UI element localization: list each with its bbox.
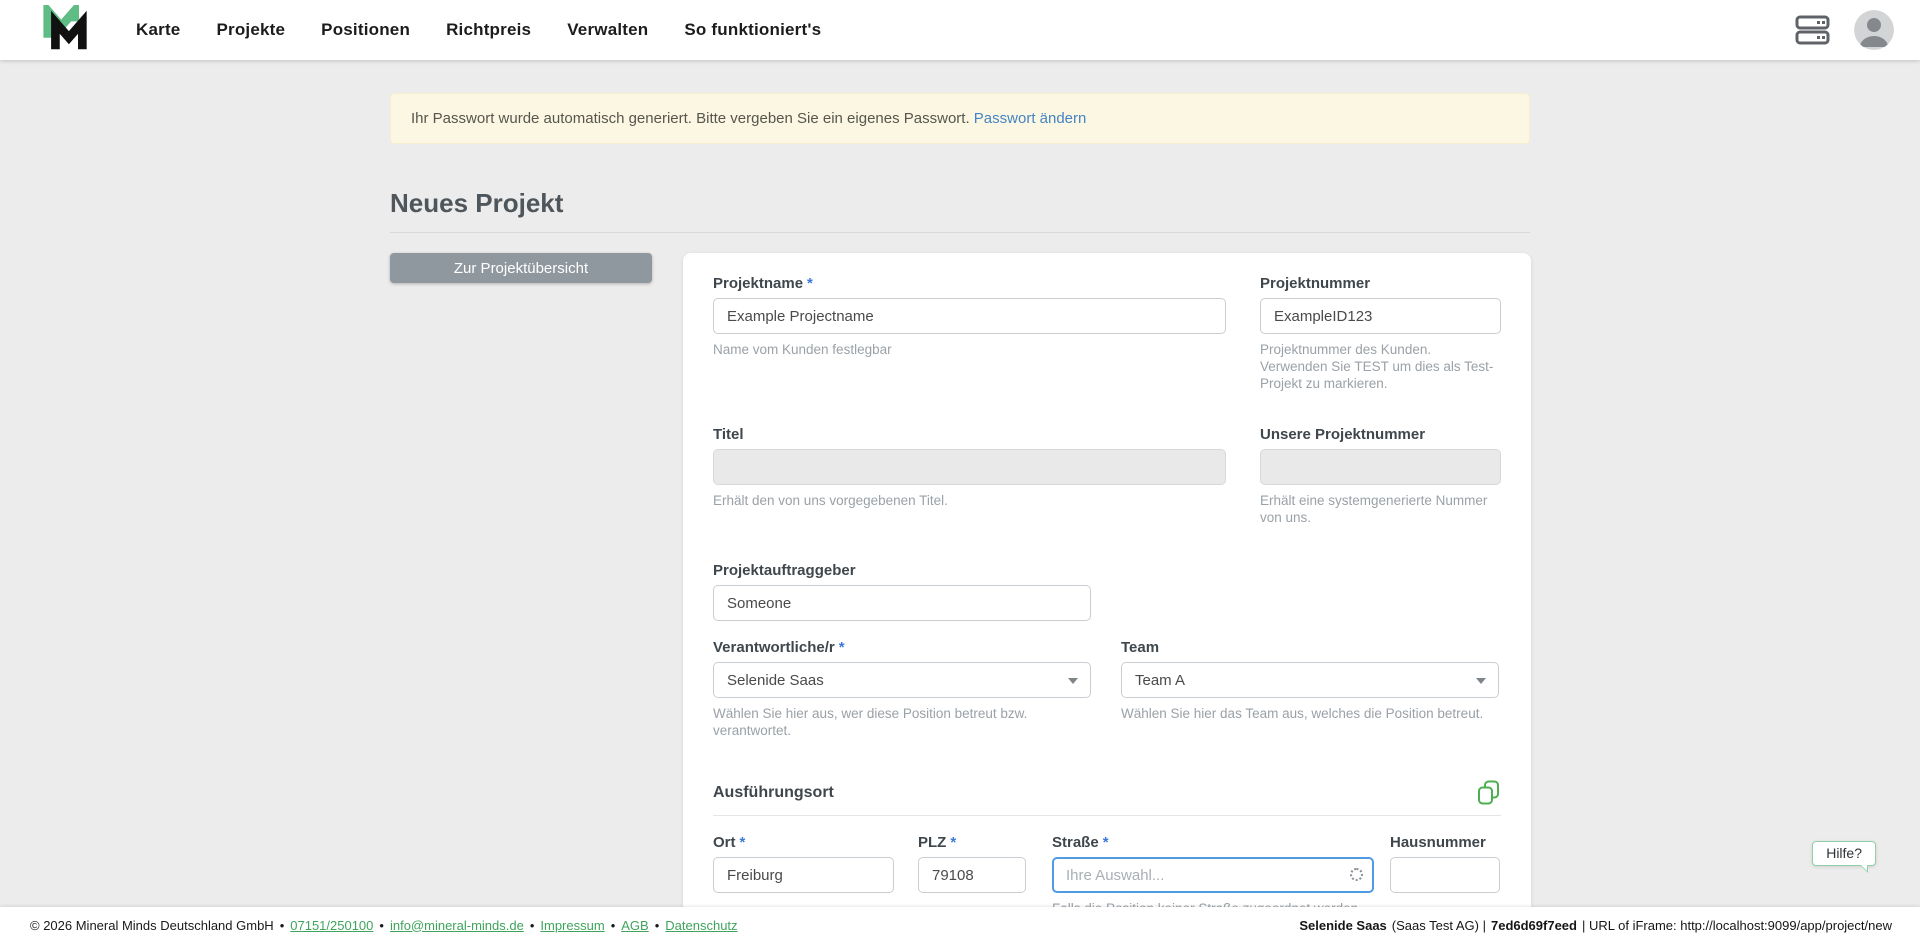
change-password-link[interactable]: Passwort ändern xyxy=(974,110,1087,127)
titel-helper: Erhält den von uns vorgegebenen Titel. xyxy=(713,492,1226,509)
back-to-project-overview-button[interactable]: Zur Projektübersicht xyxy=(390,253,652,283)
projektauftraggeber-label: Projektauftraggeber xyxy=(713,562,1091,579)
required-marker: * xyxy=(950,834,956,851)
datenschutz-link[interactable]: Datenschutz xyxy=(665,918,737,933)
hausnummer-label: Hausnummer xyxy=(1390,834,1500,851)
footer-org: (Saas Test AG) | xyxy=(1392,918,1486,933)
ausfuehrungsort-section-title: Ausführungsort xyxy=(713,784,834,802)
loading-spinner-icon xyxy=(1350,868,1363,881)
unsere-projektnummer-input xyxy=(1260,449,1501,485)
separator-dot xyxy=(611,918,616,933)
footer-session-id: 7ed6d69f7eed xyxy=(1491,918,1577,933)
hausnummer-input[interactable] xyxy=(1390,857,1500,893)
user-avatar-icon[interactable] xyxy=(1854,10,1894,50)
strasse-label: Straße* xyxy=(1052,834,1374,851)
page-title: Neues Projekt xyxy=(390,188,1530,233)
copyright-text: © 2026 Mineral Minds Deutschland GmbH xyxy=(30,918,274,933)
plz-input[interactable] xyxy=(918,857,1026,893)
nav-item-positionen[interactable]: Positionen xyxy=(321,20,410,40)
email-link[interactable]: info@mineral-minds.de xyxy=(390,918,524,933)
verantwortliche-helper: Wählen Sie hier aus, wer diese Position … xyxy=(713,705,1091,739)
top-nav: Karte Projekte Positionen Richtpreis Ver… xyxy=(0,0,1920,60)
chevron-down-icon xyxy=(1068,678,1078,684)
nav-item-richtpreis[interactable]: Richtpreis xyxy=(446,20,531,40)
chevron-down-icon xyxy=(1476,678,1486,684)
nav-item-so-funktionierts[interactable]: So funktioniert's xyxy=(684,20,821,40)
verantwortliche-select[interactable]: Selenide Saas xyxy=(713,662,1091,698)
nav-item-projekte[interactable]: Projekte xyxy=(216,20,285,40)
plz-label: PLZ* xyxy=(918,834,1026,851)
required-marker: * xyxy=(1103,834,1109,851)
required-marker: * xyxy=(839,639,845,656)
required-marker: * xyxy=(740,834,746,851)
footer: © 2026 Mineral Minds Deutschland GmbH 07… xyxy=(0,907,1920,943)
nav-item-karte[interactable]: Karte xyxy=(136,20,180,40)
project-form-card: Projektname* Name vom Kunden festlegbar … xyxy=(683,253,1531,943)
impressum-link[interactable]: Impressum xyxy=(540,918,604,933)
banner-text: Ihr Passwort wurde automatisch generiert… xyxy=(411,110,970,127)
password-warning-banner: Ihr Passwort wurde automatisch generiert… xyxy=(390,93,1530,144)
separator-dot xyxy=(280,918,285,933)
team-helper: Wählen Sie hier das Team aus, welches di… xyxy=(1121,705,1499,722)
ort-label: Ort* xyxy=(713,834,894,851)
phone-link[interactable]: 07151/250100 xyxy=(290,918,373,933)
projektauftraggeber-input[interactable] xyxy=(713,585,1091,621)
projektname-label: Projektname* xyxy=(713,275,1226,292)
strasse-input[interactable] xyxy=(1052,857,1374,893)
projektnummer-helper: Projektnummer des Kunden. Verwenden Sie … xyxy=(1260,341,1501,392)
separator-dot xyxy=(655,918,660,933)
projektname-helper: Name vom Kunden festlegbar xyxy=(713,341,1226,358)
nav-item-verwalten[interactable]: Verwalten xyxy=(567,20,648,40)
titel-input xyxy=(713,449,1226,485)
ort-input[interactable] xyxy=(713,857,894,893)
unsere-projektnummer-label: Unsere Projektnummer xyxy=(1260,426,1501,443)
team-select[interactable]: Team A xyxy=(1121,662,1499,698)
copy-icon[interactable] xyxy=(1476,779,1501,806)
projektname-input[interactable] xyxy=(713,298,1226,334)
server-icon[interactable] xyxy=(1794,14,1832,46)
required-marker: * xyxy=(807,275,813,292)
separator-dot xyxy=(379,918,384,933)
unsere-projektnummer-helper: Erhält eine systemgenerierte Nummer von … xyxy=(1260,492,1501,526)
agb-link[interactable]: AGB xyxy=(621,918,648,933)
projektnummer-label: Projektnummer xyxy=(1260,275,1501,292)
separator-dot xyxy=(530,918,535,933)
help-button[interactable]: Hilfe? xyxy=(1812,841,1876,866)
footer-user-name: Selenide Saas xyxy=(1299,918,1386,933)
main-menu: Karte Projekte Positionen Richtpreis Ver… xyxy=(136,20,821,40)
verantwortliche-label: Verantwortliche/r* xyxy=(713,639,1091,656)
main-content: Ihr Passwort wurde automatisch generiert… xyxy=(0,93,1920,940)
footer-iframe-url: | URL of iFrame: http://localhost:9099/a… xyxy=(1582,918,1892,933)
team-label: Team xyxy=(1121,639,1499,656)
projektnummer-input[interactable] xyxy=(1260,298,1501,334)
brand-logo-icon[interactable] xyxy=(38,5,94,55)
titel-label: Titel xyxy=(713,426,1226,443)
